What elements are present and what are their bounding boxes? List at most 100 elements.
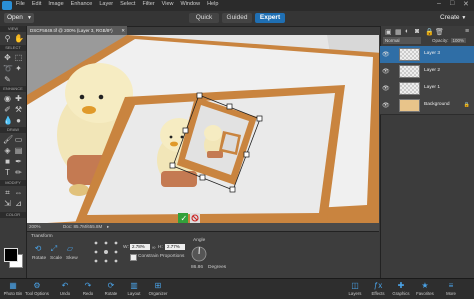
tab-guided[interactable]: Guided <box>222 13 252 23</box>
photo-bin-label: Photo Bin <box>1 291 25 296</box>
document-tab[interactable]: DSCF5849.tif @ 200% (Layer 3, RGB/8*) ✕ <box>27 26 127 35</box>
graphics-button[interactable]: ✚Graphics <box>389 281 413 296</box>
app-logo-icon <box>2 1 12 10</box>
graphics-label: Graphics <box>389 291 413 296</box>
eraser-tool-icon[interactable]: ▭ <box>14 135 23 144</box>
marquee-tool-icon[interactable]: ⬚ <box>14 53 23 62</box>
recompose-tool-icon[interactable]: ⇔ <box>14 188 23 197</box>
close-icon[interactable]: ✕ <box>121 26 125 35</box>
menu-enhance[interactable]: Enhance <box>71 1 93 7</box>
section-draw: DRAW <box>0 127 26 133</box>
straighten-tool-icon[interactable]: ⊿ <box>14 199 23 208</box>
new-group-icon[interactable]: ▦ <box>395 28 402 36</box>
type-tool-icon[interactable]: T <box>3 168 12 177</box>
scale-icon[interactable]: ⤢ <box>49 244 59 253</box>
redo-button[interactable]: ↷Redo <box>76 281 100 296</box>
opacity-value[interactable]: 100% <box>451 38 467 43</box>
hand-icon[interactable]: ✋ <box>14 34 23 43</box>
eye-tool-icon[interactable]: ◉ <box>3 94 12 103</box>
link-icon[interactable]: ∞ <box>152 245 156 251</box>
lasso-tool-icon[interactable]: ➰ <box>3 64 12 73</box>
rotate-icon[interactable]: ⟲ <box>33 244 43 253</box>
eyedropper-icon[interactable]: ✒ <box>14 157 23 166</box>
menu-view[interactable]: View <box>162 1 174 7</box>
spot-heal-icon[interactable]: ✚ <box>14 94 23 103</box>
content-move-icon[interactable]: ⇲ <box>3 199 12 208</box>
zoom-icon[interactable]: ⚲ <box>3 34 12 43</box>
move-tool-icon[interactable]: ✥ <box>3 53 12 62</box>
undo-button[interactable]: ↶Undo <box>53 281 77 296</box>
eye-icon[interactable]: 👁 <box>382 68 390 75</box>
menu-help[interactable]: Help <box>207 1 218 7</box>
section-view: VIEW <box>0 26 26 32</box>
smart-brush-icon[interactable]: ✐ <box>3 105 12 114</box>
menu-filter[interactable]: Filter <box>142 1 154 7</box>
layers-button[interactable]: ◫Layers <box>343 281 367 296</box>
favorites-button[interactable]: ★Favorites <box>413 281 437 296</box>
close-icon[interactable]: ✕ <box>463 0 469 8</box>
minimize-icon[interactable]: – <box>437 0 441 7</box>
eye-icon[interactable]: 👁 <box>382 85 390 92</box>
layer-row-layer-2[interactable]: 👁 Layer 2 <box>380 63 474 81</box>
constrain-checkbox[interactable] <box>130 254 137 261</box>
menu-edit[interactable]: Edit <box>32 1 41 7</box>
crop-tool-icon[interactable]: ⌗ <box>3 188 12 197</box>
more-button[interactable]: ≡More <box>439 281 463 296</box>
blend-mode-select[interactable]: Normal <box>383 37 421 44</box>
effects-button[interactable]: ƒxEffects <box>366 281 390 296</box>
magic-wand-icon[interactable]: ✦ <box>14 64 23 73</box>
paint-bucket-icon[interactable]: ◈ <box>3 146 12 155</box>
eye-icon[interactable]: 👁 <box>382 102 390 109</box>
bottom-bar: ▦Photo Bin ⚙Tool Options ↶Undo ↷Redo ⟳Ro… <box>0 278 474 299</box>
opacity-label: Opacity: <box>432 38 449 43</box>
foreground-color-swatch[interactable] <box>4 248 18 262</box>
shape-tool-icon[interactable]: ■ <box>3 157 12 166</box>
sponge-tool-icon[interactable]: ● <box>14 116 23 125</box>
height-field[interactable]: 2.77% <box>165 244 185 250</box>
tool-options-label: Tool Options <box>25 291 49 296</box>
layout-label: Layout <box>122 291 146 296</box>
brush-tool-icon[interactable]: 🖌 <box>3 135 12 144</box>
eye-icon[interactable]: 👁 <box>382 51 390 58</box>
layer-thumbnail <box>399 48 420 61</box>
tab-quick[interactable]: Quick <box>189 13 219 23</box>
image-canvas[interactable]: ✓ <box>27 35 379 223</box>
opacity-control[interactable]: Opacity:100% <box>432 37 466 44</box>
create-button[interactable]: Create ▼ <box>440 13 472 23</box>
lock-all-icon[interactable]: 🔒 <box>425 28 434 36</box>
new-layer-icon[interactable]: ▣ <box>385 28 392 36</box>
menu-layer[interactable]: Layer <box>99 1 113 7</box>
zoom-readout[interactable]: 200% <box>29 223 41 231</box>
organizer-button[interactable]: ⊞Organizer <box>146 281 170 296</box>
layer-row-layer-3[interactable]: 👁 Layer 3 <box>380 46 474 64</box>
menu-select[interactable]: Select <box>120 1 135 7</box>
mask-icon[interactable]: ◙ <box>415 28 419 35</box>
quick-select-icon[interactable]: ✎ <box>3 75 12 84</box>
pencil-tool-icon[interactable]: ✏ <box>14 168 23 177</box>
gradient-tool-icon[interactable]: ▤ <box>14 146 23 155</box>
angle-dial[interactable] <box>191 246 207 262</box>
tool-options-button[interactable]: ⚙Tool Options <box>25 281 49 296</box>
skew-icon[interactable]: ▱ <box>65 244 75 253</box>
maximize-icon[interactable]: □ <box>450 0 454 7</box>
layer-row-layer-1[interactable]: 👁 Layer 1 <box>380 80 474 98</box>
menu-file[interactable]: File <box>16 1 25 7</box>
panel-menu-icon[interactable]: ≡ <box>465 28 469 35</box>
layout-button[interactable]: ▥Layout <box>122 281 146 296</box>
rotate-button[interactable]: ⟳Rotate <box>99 281 123 296</box>
menu-image[interactable]: Image <box>48 1 63 7</box>
tab-expert[interactable]: Expert <box>255 13 285 23</box>
redo-label: Redo <box>76 291 100 296</box>
layer-row-background[interactable]: 👁 Background 🔒 <box>380 97 474 115</box>
blur-tool-icon[interactable]: 💧 <box>3 116 12 125</box>
photo-bin-button[interactable]: ▦Photo Bin <box>1 281 25 296</box>
angle-value[interactable]: 86.86 <box>191 265 203 270</box>
adjustment-layer-icon[interactable]: ◐ <box>405 28 409 35</box>
menu-window[interactable]: Window <box>181 1 201 7</box>
width-field[interactable]: 2.78% <box>130 244 150 250</box>
clone-stamp-icon[interactable]: ⚒ <box>14 105 23 114</box>
chevron-right-icon[interactable]: ▸ <box>107 223 109 231</box>
delete-layer-icon[interactable]: 🗑 <box>435 28 444 36</box>
reference-point-grid[interactable] <box>91 238 121 266</box>
open-button[interactable]: Open▼ <box>4 13 34 23</box>
